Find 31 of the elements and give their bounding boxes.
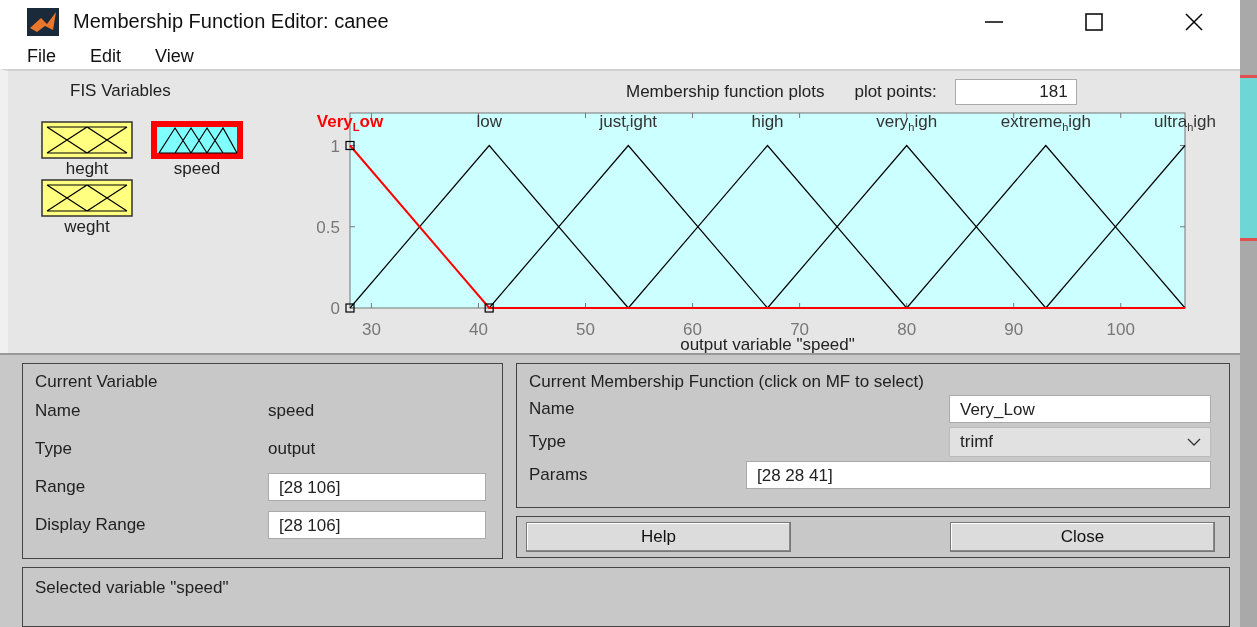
x-axis-label: output variable "speed" xyxy=(680,336,855,354)
field-label: Type xyxy=(35,439,73,459)
window-title: Membership Function Editor: canee xyxy=(73,10,389,34)
field-label: Type xyxy=(529,431,567,452)
field-label: Name xyxy=(35,401,82,421)
tick-label: 100 xyxy=(1106,320,1135,339)
tick-label: 1 xyxy=(330,136,340,156)
tick-label: 40 xyxy=(469,320,488,339)
variable-name: heght xyxy=(65,159,109,179)
tick-label: 30 xyxy=(361,320,381,339)
field-label: Params xyxy=(529,464,589,485)
tick-label: 50 xyxy=(576,320,595,339)
field-label: Display Range xyxy=(35,515,147,535)
plot-points-label: plot points: xyxy=(854,81,937,102)
panel-title: Current Variable xyxy=(34,371,159,392)
variable-name: speed xyxy=(173,159,221,179)
variable-name: weght xyxy=(64,217,110,237)
field-label: Name xyxy=(529,398,576,419)
tick-label: 0.5 xyxy=(316,217,340,237)
plot-title: Membership function plots xyxy=(626,81,825,102)
tick-label: 70 xyxy=(790,320,810,339)
panel-title: Current Membership Function (click on MF to select) xyxy=(528,371,925,392)
tick-label: 90 xyxy=(1004,320,1024,339)
field-value: output xyxy=(268,439,316,459)
status-text: Selected variable "speed" xyxy=(35,578,229,597)
field-value: speed xyxy=(268,401,315,421)
field-label: Range xyxy=(35,477,87,497)
tick-label: 80 xyxy=(897,320,917,339)
tick-label: 0 xyxy=(330,299,340,318)
tick-label: 60 xyxy=(683,320,703,339)
fis-variables-title: FIS Variables xyxy=(70,81,172,101)
